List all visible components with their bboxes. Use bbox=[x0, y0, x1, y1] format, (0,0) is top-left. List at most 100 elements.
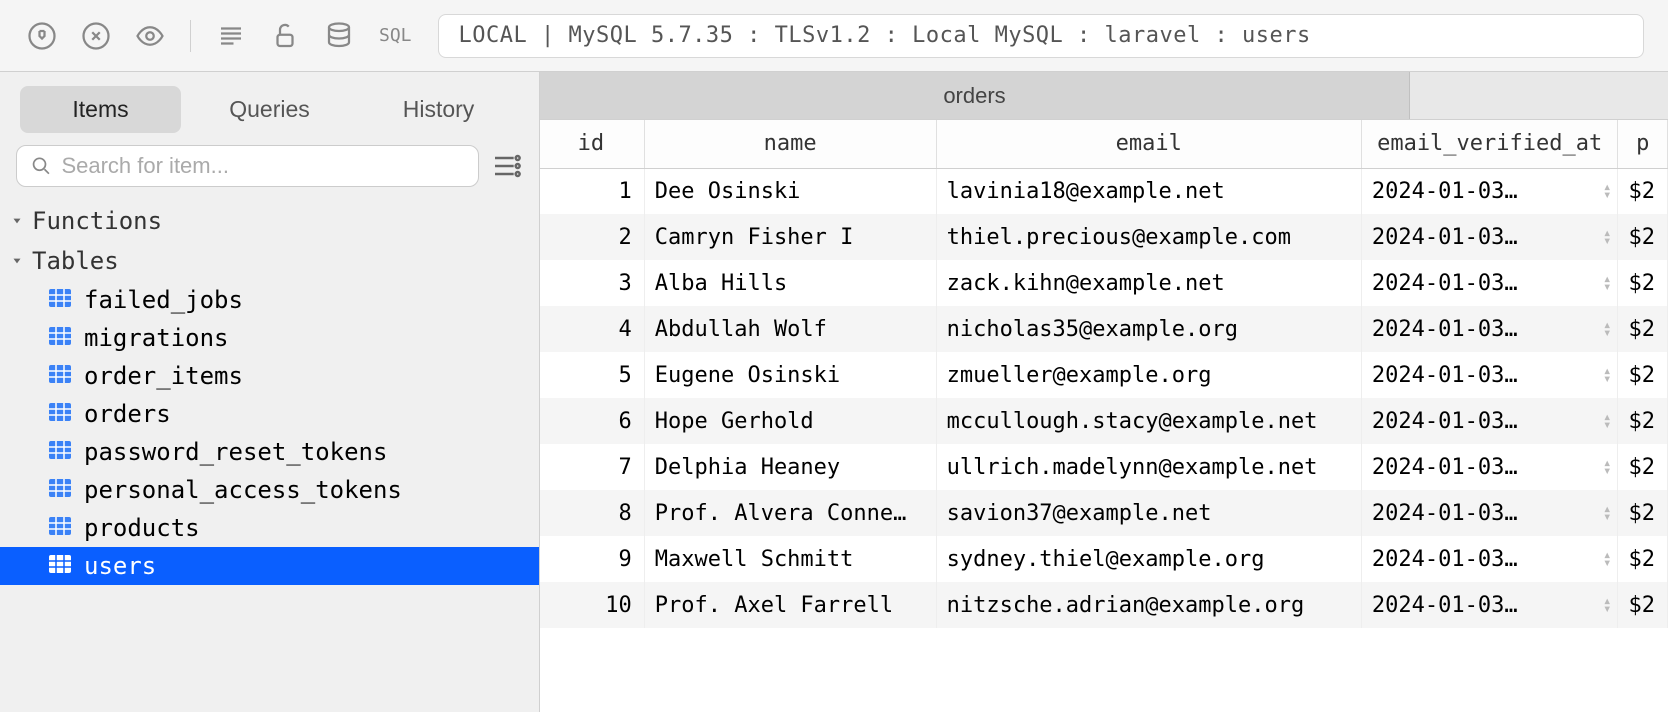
table-row[interactable]: 7Delphia Heaneyullrich.madelynn@example.… bbox=[540, 444, 1668, 490]
sidebar-tab-queries[interactable]: Queries bbox=[189, 86, 350, 133]
sort-handle-icon[interactable]: ▴▾ bbox=[1603, 367, 1611, 383]
sort-handle-icon[interactable]: ▴▾ bbox=[1603, 229, 1611, 245]
cancel-icon[interactable] bbox=[78, 18, 114, 54]
tree-group-functions[interactable]: Functions bbox=[0, 201, 539, 241]
tree-group-tables[interactable]: Tables bbox=[0, 241, 539, 281]
search-box[interactable] bbox=[16, 145, 479, 187]
cell-email[interactable]: lavinia18@example.net bbox=[936, 168, 1361, 214]
sort-handle-icon[interactable]: ▴▾ bbox=[1603, 505, 1611, 521]
cell-name[interactable]: Alba Hills bbox=[644, 260, 936, 306]
sort-handle-icon[interactable]: ▴▾ bbox=[1603, 459, 1611, 475]
cell-id[interactable]: 7 bbox=[540, 444, 644, 490]
filter-icon[interactable] bbox=[491, 150, 523, 182]
cell-p[interactable]: $2 bbox=[1618, 536, 1668, 582]
plug-icon[interactable] bbox=[24, 18, 60, 54]
cell-date[interactable]: 2024-01-03…▴▾ bbox=[1361, 582, 1618, 628]
cell-name[interactable]: Camryn Fisher I bbox=[644, 214, 936, 260]
cell-date[interactable]: 2024-01-03…▴▾ bbox=[1361, 352, 1618, 398]
table-row[interactable]: 6Hope Gerholdmccullough.stacy@example.ne… bbox=[540, 398, 1668, 444]
table-item-products[interactable]: products bbox=[0, 509, 539, 547]
sort-handle-icon[interactable]: ▴▾ bbox=[1603, 321, 1611, 337]
cell-id[interactable]: 5 bbox=[540, 352, 644, 398]
sort-handle-icon[interactable]: ▴▾ bbox=[1603, 413, 1611, 429]
cell-name[interactable]: Dee Osinski bbox=[644, 168, 936, 214]
cell-date[interactable]: 2024-01-03…▴▾ bbox=[1361, 444, 1618, 490]
cell-name[interactable]: Abdullah Wolf bbox=[644, 306, 936, 352]
sidebar-tab-items[interactable]: Items bbox=[20, 86, 181, 133]
cell-date[interactable]: 2024-01-03…▴▾ bbox=[1361, 306, 1618, 352]
doc-tab[interactable]: orders bbox=[540, 72, 1410, 119]
cell-name[interactable]: Eugene Osinski bbox=[644, 352, 936, 398]
cell-id[interactable]: 4 bbox=[540, 306, 644, 352]
table-item-migrations[interactable]: migrations bbox=[0, 319, 539, 357]
column-header-p[interactable]: p bbox=[1618, 120, 1668, 168]
sidebar-tab-history[interactable]: History bbox=[358, 86, 519, 133]
column-header-id[interactable]: id bbox=[540, 120, 644, 168]
sort-handle-icon[interactable]: ▴▾ bbox=[1603, 183, 1611, 199]
cell-p[interactable]: $2 bbox=[1618, 444, 1668, 490]
table-item-orders[interactable]: orders bbox=[0, 395, 539, 433]
table-item-users[interactable]: users bbox=[0, 547, 539, 585]
cell-email[interactable]: nitzsche.adrian@example.org bbox=[936, 582, 1361, 628]
cell-p[interactable]: $2 bbox=[1618, 306, 1668, 352]
cell-name[interactable]: Delphia Heaney bbox=[644, 444, 936, 490]
table-row[interactable]: 2Camryn Fisher Ithiel.precious@example.c… bbox=[540, 214, 1668, 260]
cell-date[interactable]: 2024-01-03…▴▾ bbox=[1361, 398, 1618, 444]
table-row[interactable]: 4Abdullah Wolfnicholas35@example.org2024… bbox=[540, 306, 1668, 352]
eye-icon[interactable] bbox=[132, 18, 168, 54]
cell-id[interactable]: 8 bbox=[540, 490, 644, 536]
sort-handle-icon[interactable]: ▴▾ bbox=[1603, 275, 1611, 291]
cell-date[interactable]: 2024-01-03…▴▾ bbox=[1361, 536, 1618, 582]
cell-p[interactable]: $2 bbox=[1618, 214, 1668, 260]
table-row[interactable]: 1Dee Osinskilavinia18@example.net2024-01… bbox=[540, 168, 1668, 214]
table-row[interactable]: 8Prof. Alvera Conne…savion37@example.net… bbox=[540, 490, 1668, 536]
sort-handle-icon[interactable]: ▴▾ bbox=[1603, 597, 1611, 613]
cell-email[interactable]: savion37@example.net bbox=[936, 490, 1361, 536]
cell-date[interactable]: 2024-01-03…▴▾ bbox=[1361, 260, 1618, 306]
cell-p[interactable]: $2 bbox=[1618, 352, 1668, 398]
cell-email[interactable]: mccullough.stacy@example.net bbox=[936, 398, 1361, 444]
table-row[interactable]: 5Eugene Osinskizmueller@example.org2024-… bbox=[540, 352, 1668, 398]
column-header-name[interactable]: name bbox=[644, 120, 936, 168]
cell-name[interactable]: Maxwell Schmitt bbox=[644, 536, 936, 582]
cell-name[interactable]: Hope Gerhold bbox=[644, 398, 936, 444]
unlock-icon[interactable] bbox=[267, 18, 303, 54]
cell-p[interactable]: $2 bbox=[1618, 490, 1668, 536]
cell-date[interactable]: 2024-01-03…▴▾ bbox=[1361, 168, 1618, 214]
sql-label[interactable]: SQL bbox=[379, 25, 412, 46]
cell-email[interactable]: sydney.thiel@example.org bbox=[936, 536, 1361, 582]
sort-handle-icon[interactable]: ▴▾ bbox=[1603, 551, 1611, 567]
cell-id[interactable]: 1 bbox=[540, 168, 644, 214]
cell-p[interactable]: $2 bbox=[1618, 398, 1668, 444]
cell-email[interactable]: ullrich.madelynn@example.net bbox=[936, 444, 1361, 490]
cell-name[interactable]: Prof. Alvera Conne… bbox=[644, 490, 936, 536]
search-input[interactable] bbox=[61, 153, 464, 179]
cell-email[interactable]: thiel.precious@example.com bbox=[936, 214, 1361, 260]
table-item-password_reset_tokens[interactable]: password_reset_tokens bbox=[0, 433, 539, 471]
cell-p[interactable]: $2 bbox=[1618, 582, 1668, 628]
cell-email[interactable]: zack.kihn@example.net bbox=[936, 260, 1361, 306]
table-row[interactable]: 9Maxwell Schmittsydney.thiel@example.org… bbox=[540, 536, 1668, 582]
cell-date[interactable]: 2024-01-03…▴▾ bbox=[1361, 490, 1618, 536]
table-item-order_items[interactable]: order_items bbox=[0, 357, 539, 395]
table-item-failed_jobs[interactable]: failed_jobs bbox=[0, 281, 539, 319]
cell-email[interactable]: nicholas35@example.org bbox=[936, 306, 1361, 352]
database-icon[interactable] bbox=[321, 18, 357, 54]
lines-icon[interactable] bbox=[213, 18, 249, 54]
cell-id[interactable]: 3 bbox=[540, 260, 644, 306]
cell-email[interactable]: zmueller@example.org bbox=[936, 352, 1361, 398]
cell-id[interactable]: 9 bbox=[540, 536, 644, 582]
cell-id[interactable]: 2 bbox=[540, 214, 644, 260]
cell-name[interactable]: Prof. Axel Farrell bbox=[644, 582, 936, 628]
cell-p[interactable]: $2 bbox=[1618, 168, 1668, 214]
connection-bar[interactable]: LOCAL | MySQL 5.7.35 : TLSv1.2 : Local M… bbox=[438, 14, 1644, 58]
cell-id[interactable]: 10 bbox=[540, 582, 644, 628]
cell-p[interactable]: $2 bbox=[1618, 260, 1668, 306]
column-header-email[interactable]: email bbox=[936, 120, 1361, 168]
table-row[interactable]: 3Alba Hillszack.kihn@example.net2024-01-… bbox=[540, 260, 1668, 306]
column-header-email_verified_at[interactable]: email_verified_at bbox=[1361, 120, 1618, 168]
cell-date[interactable]: 2024-01-03…▴▾ bbox=[1361, 214, 1618, 260]
table-row[interactable]: 10Prof. Axel Farrellnitzsche.adrian@exam… bbox=[540, 582, 1668, 628]
table-item-personal_access_tokens[interactable]: personal_access_tokens bbox=[0, 471, 539, 509]
cell-id[interactable]: 6 bbox=[540, 398, 644, 444]
